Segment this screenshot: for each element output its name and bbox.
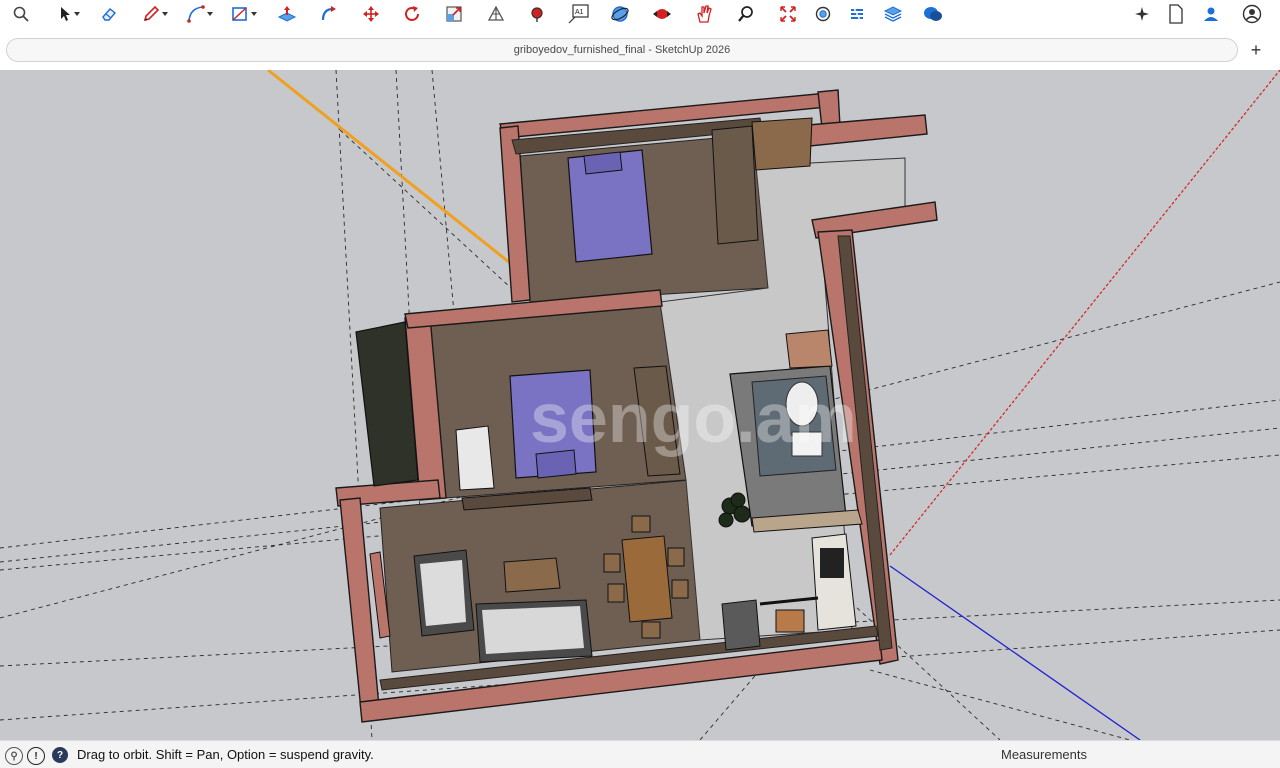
paint-bucket-icon[interactable] (522, 1, 552, 27)
status-text: Drag to orbit. Shift = Pan, Option = sus… (77, 747, 374, 762)
select-icon[interactable] (52, 1, 86, 27)
zoom-icon[interactable] (731, 1, 761, 27)
chevron-down-icon[interactable] (250, 11, 258, 17)
svg-text:A1: A1 (575, 9, 584, 16)
scale-icon[interactable] (439, 1, 469, 27)
components-icon[interactable] (808, 1, 838, 27)
hand-icon[interactable] (689, 1, 719, 27)
profile-icon[interactable] (1238, 1, 1266, 27)
dining-table (621, 535, 673, 623)
layers-icon[interactable] (878, 1, 908, 27)
help-icon[interactable]: ? (52, 747, 68, 763)
coffee-table (503, 557, 561, 593)
rotate-icon[interactable] (397, 1, 427, 27)
cabinet (751, 117, 813, 171)
dining-chair (671, 579, 689, 599)
watermark: sengo.am (530, 379, 857, 457)
model-viewport[interactable]: sengo.am (0, 70, 1280, 740)
push-pull-icon[interactable] (272, 1, 302, 27)
sofa-seat (482, 606, 584, 654)
blue-axis-line (889, 565, 1141, 740)
search-icon[interactable] (6, 1, 36, 27)
chevron-down-icon[interactable] (161, 11, 169, 17)
move-icon[interactable] (356, 1, 386, 27)
pillow (583, 151, 623, 175)
chevron-down-icon[interactable] (73, 11, 81, 17)
dining-chair (607, 583, 625, 603)
arc-icon[interactable] (182, 1, 218, 27)
window-title: griboyedov_furnished_final - SketchUp 20… (513, 44, 731, 56)
location-icon[interactable]: ⚲ (5, 747, 23, 765)
measurements-label[interactable]: Measurements (1001, 747, 1087, 762)
counter-item (775, 609, 805, 633)
vanity (785, 329, 833, 369)
pencil-icon[interactable] (137, 1, 173, 27)
red-axis-line (889, 70, 1280, 556)
floor-plan-model: sengo.am (0, 70, 1280, 740)
document-icon[interactable] (1163, 1, 1189, 27)
window-title-bar[interactable]: griboyedov_furnished_final - SketchUp 20… (6, 38, 1238, 62)
rectangle-icon[interactable] (226, 1, 262, 27)
follow-me-icon[interactable] (314, 1, 344, 27)
zoom-extents-icon[interactable] (773, 1, 803, 27)
styles-icon[interactable] (842, 1, 872, 27)
credits-icon[interactable]: ! (27, 747, 45, 765)
account-icon[interactable] (1198, 1, 1224, 27)
armchair-seat (420, 560, 466, 626)
dining-chair (641, 621, 661, 639)
dining-chair (631, 515, 651, 533)
chair (455, 425, 495, 491)
new-tab-button[interactable]: + (1246, 40, 1266, 60)
orbit-icon[interactable] (605, 1, 635, 27)
text-icon[interactable]: A1 (563, 1, 593, 27)
dining-chair (667, 547, 685, 567)
status-bar: ⚲ ! ? Drag to orbit. Shift = Pan, Option… (0, 740, 1280, 768)
sparkle-icon[interactable] (1130, 1, 1154, 27)
wardrobe (711, 125, 759, 245)
cooktop (820, 548, 844, 578)
section-plane-icon[interactable] (481, 1, 511, 27)
appliance (721, 599, 761, 651)
eraser-icon[interactable] (94, 1, 124, 27)
chevron-down-icon[interactable] (206, 11, 214, 17)
dining-chair (603, 553, 621, 573)
pan-icon[interactable] (647, 1, 677, 27)
toolbar: A1 (0, 0, 1280, 30)
chat-icon[interactable] (918, 1, 948, 27)
